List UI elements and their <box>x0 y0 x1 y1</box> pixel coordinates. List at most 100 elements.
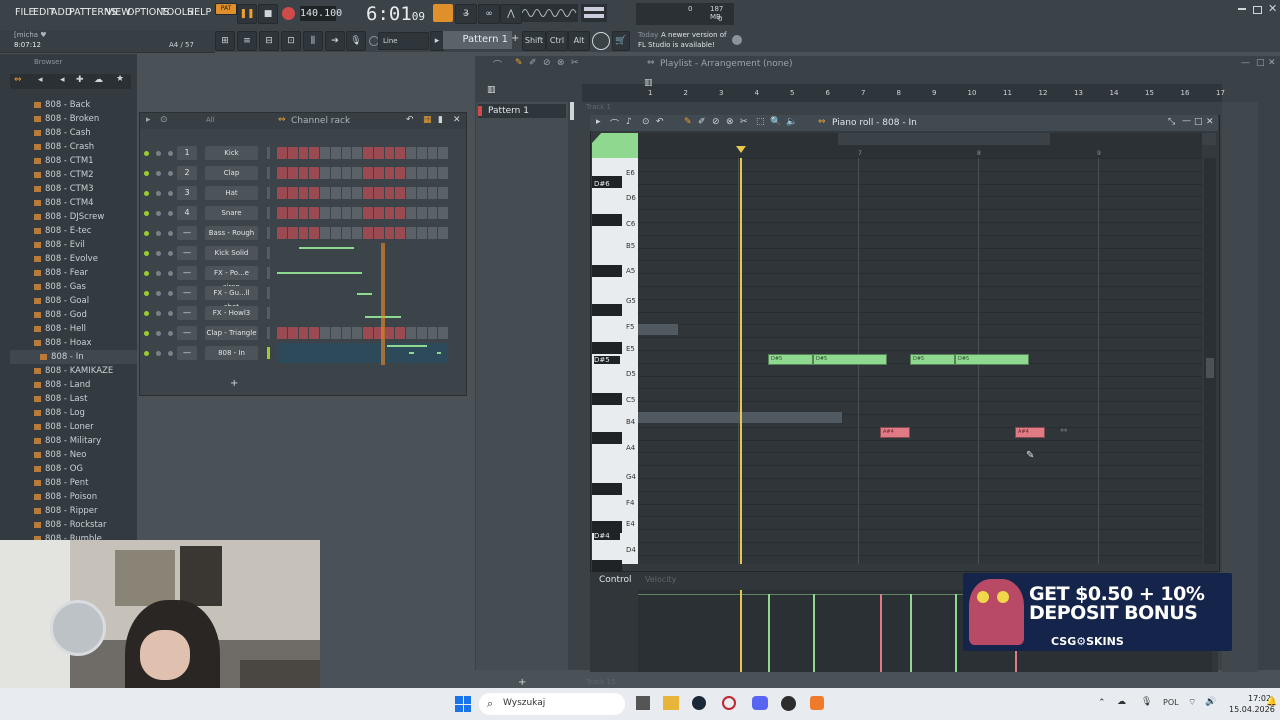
browser-item[interactable]: 808 - E-tec <box>34 224 91 238</box>
step-button[interactable] <box>287 167 298 179</box>
pattern-picker-icon[interactable]: ▥ <box>487 85 496 95</box>
browser-item[interactable]: 808 - Hell <box>34 322 86 336</box>
browser-item[interactable]: 808 - Land <box>34 378 90 392</box>
step-button[interactable] <box>341 187 352 199</box>
playlist-icon[interactable]: ≡ <box>237 31 257 51</box>
channel-knob[interactable] <box>168 311 173 316</box>
step-button[interactable] <box>373 167 384 179</box>
step-button[interactable] <box>277 147 287 159</box>
channel-knob[interactable] <box>156 151 161 156</box>
step-button[interactable] <box>341 327 352 339</box>
channel-knob[interactable] <box>168 271 173 276</box>
channel-name-button[interactable]: Clap - Triangle <box>205 326 258 340</box>
step-sequencer[interactable] <box>277 147 448 159</box>
channel-knob[interactable] <box>168 251 173 256</box>
step-button[interactable] <box>395 227 405 239</box>
channel-name-button[interactable]: Bass - Rough <box>205 226 258 240</box>
channel-knob[interactable] <box>168 211 173 216</box>
step-button[interactable] <box>309 147 319 159</box>
song-time[interactable]: 6:0109 <box>366 3 425 25</box>
pattern-prev-icon[interactable]: ▸ <box>430 31 444 51</box>
channel-mixer-track[interactable]: — <box>177 246 197 260</box>
channel-mixer-track[interactable]: — <box>177 326 197 340</box>
channel-select-indicator[interactable] <box>267 247 270 259</box>
pr-delete-icon[interactable]: ⊘ <box>712 117 720 127</box>
channel-piano-preview[interactable] <box>277 283 448 303</box>
pr-pattern-color-tab[interactable] <box>592 133 638 158</box>
step-sequencer[interactable] <box>277 327 448 339</box>
channel-knob[interactable] <box>168 351 173 356</box>
browser-item[interactable]: 808 - Hoax <box>34 336 92 350</box>
rack-undo-icon[interactable]: ↶ <box>406 115 414 125</box>
tray-app-icon[interactable]: ☁ <box>1117 697 1126 707</box>
step-button[interactable] <box>287 147 298 159</box>
online-icon[interactable] <box>592 32 610 50</box>
news-text2[interactable]: FL Studio is available! <box>638 41 715 49</box>
channel-knob[interactable] <box>156 191 161 196</box>
pr-zoom-icon[interactable]: 🔍 <box>770 117 781 127</box>
browser-item[interactable]: 808 - DJScrew <box>34 210 104 224</box>
black-key[interactable] <box>592 342 622 354</box>
browser-item[interactable]: 808 - God <box>34 308 87 322</box>
step-button[interactable] <box>373 207 384 219</box>
note-green[interactable]: D#5 <box>813 354 887 365</box>
add-pattern-icon[interactable]: + <box>511 33 519 44</box>
channel-mute-led[interactable] <box>144 171 149 176</box>
step-button[interactable] <box>406 227 416 239</box>
channel-row[interactable]: 2 Clap <box>140 163 466 183</box>
step-button[interactable] <box>395 207 405 219</box>
step-button[interactable] <box>406 147 416 159</box>
step-button[interactable] <box>363 227 373 239</box>
browser-item[interactable]: 808 - Gas <box>34 280 86 294</box>
step-button[interactable] <box>277 187 287 199</box>
rack-swing-icon[interactable]: ⊙ <box>160 115 168 125</box>
step-button[interactable] <box>352 167 362 179</box>
pr-detach-icon[interactable]: ⤡ <box>1168 117 1175 127</box>
channel-mute-led[interactable] <box>144 151 149 156</box>
step-button[interactable] <box>427 187 438 199</box>
browser-item[interactable]: 808 - Evil <box>34 238 85 252</box>
rack-bars-icon[interactable]: ▮ <box>438 115 443 125</box>
step-button[interactable] <box>406 167 416 179</box>
pattern-item[interactable]: Pattern 1 <box>478 104 566 118</box>
channel-select-indicator[interactable] <box>267 307 270 319</box>
channel-row[interactable]: — 808 - In <box>140 343 466 363</box>
velocity-bar[interactable] <box>955 594 957 672</box>
channel-knob[interactable] <box>156 351 161 356</box>
step-button[interactable] <box>438 207 448 219</box>
tray-mic-icon[interactable]: 🎙 <box>1141 697 1152 707</box>
browser-item[interactable]: 808 - CTM1 <box>34 154 94 168</box>
channel-knob[interactable] <box>168 171 173 176</box>
browser-item[interactable]: 808 - Ripper <box>34 504 97 518</box>
channel-mixer-track[interactable]: — <box>177 286 197 300</box>
channel-mixer-track[interactable]: — <box>177 266 197 280</box>
step-button[interactable] <box>330 207 341 219</box>
velocity-bar[interactable] <box>880 594 882 672</box>
channel-mute-led[interactable] <box>144 191 149 196</box>
step-button[interactable] <box>298 227 309 239</box>
stop-icon[interactable]: ■ <box>258 4 278 24</box>
step-button[interactable] <box>277 227 287 239</box>
browser-item[interactable]: 808 - Poison <box>34 490 97 504</box>
step-sequencer[interactable] <box>277 227 448 239</box>
step-sequencer[interactable] <box>277 207 448 219</box>
master-volume-icon[interactable] <box>581 4 607 22</box>
step-button[interactable] <box>427 207 438 219</box>
browser-item[interactable]: 808 - Cash <box>34 126 91 140</box>
browser-item[interactable]: 808 - In <box>10 350 137 364</box>
channel-mixer-track[interactable]: — <box>177 306 197 320</box>
channel-select-indicator[interactable] <box>267 327 270 339</box>
channel-name-button[interactable]: FX - Howl3 <box>205 306 258 320</box>
channel-mute-led[interactable] <box>144 251 149 256</box>
delete-tool-icon[interactable]: ⊘ <box>543 58 551 68</box>
tempo-display[interactable]: 140.100 <box>300 6 342 21</box>
browser-item[interactable]: 808 - OG <box>34 462 83 476</box>
channel-row[interactable]: 3 Hat <box>140 183 466 203</box>
step-button[interactable] <box>384 227 395 239</box>
playlist-magnet-icon[interactable]: ⌒ <box>493 58 502 71</box>
wifi-icon[interactable]: ⌔ <box>1188 697 1196 708</box>
channel-name-button[interactable]: 808 - In <box>205 346 258 360</box>
step-button[interactable] <box>373 147 384 159</box>
browser-item[interactable]: 808 - Fear <box>34 266 88 280</box>
paint-tool-icon[interactable]: ✐ <box>529 58 537 68</box>
